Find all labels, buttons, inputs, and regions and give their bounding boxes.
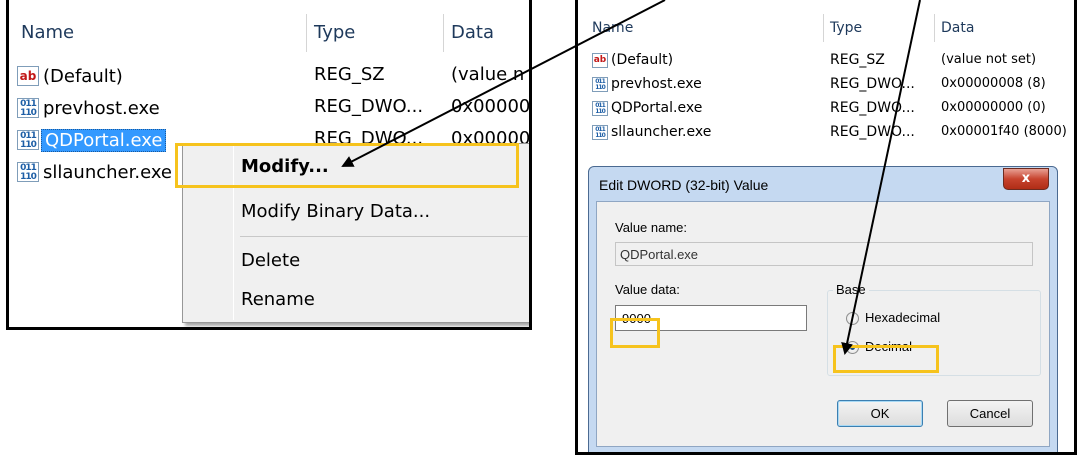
table-row[interactable]: ab (Default): [17, 62, 123, 90]
value-name-field[interactable]: QDPortal.exe: [615, 242, 1033, 266]
value-name: prevhost.exe: [43, 97, 160, 119]
modify-highlight: [175, 143, 519, 188]
hexadecimal-radio[interactable]: [846, 312, 859, 325]
string-value-icon: ab: [592, 52, 608, 68]
table-row[interactable]: 011 110 prevhost.exe: [592, 74, 702, 94]
value-name: QDPortal.exe: [41, 128, 167, 152]
binary-value-icon: 011 110: [17, 130, 39, 150]
table-row[interactable]: 011 110 QDPortal.exe: [592, 98, 702, 118]
value-type: REG_DWO...: [830, 124, 915, 140]
value-name: prevhost.exe: [611, 76, 702, 92]
binary-value-icon: 011 110: [592, 124, 608, 140]
table-row[interactable]: 011 110 sllauncher.exe: [17, 158, 172, 186]
value-type: REG_SZ: [314, 64, 385, 85]
dialog-title: Edit DWORD (32-bit) Value: [599, 177, 769, 193]
table-row[interactable]: 011 110 sllauncher.exe: [592, 122, 711, 142]
value-type: REG_SZ: [830, 52, 885, 68]
value-name: QDPortal.exe: [611, 100, 703, 116]
table-row[interactable]: ab (Default): [592, 50, 673, 70]
cancel-button[interactable]: Cancel: [947, 400, 1033, 427]
dialog-body: Value name: QDPortal.exe Value data: 900…: [596, 201, 1050, 447]
value-data: 0x00000000 (0): [941, 100, 1046, 115]
menu-item-modify-binary-data[interactable]: Modify Binary Data...: [184, 192, 529, 230]
binary-value-icon: 011 110: [592, 76, 608, 92]
value-data: (value n: [451, 64, 525, 85]
table-row[interactable]: 011 110 prevhost.exe: [17, 94, 160, 122]
column-header-type[interactable]: Type: [830, 20, 862, 36]
value-data: 0x000000: [451, 96, 531, 117]
binary-value-icon: 011 110: [17, 162, 39, 182]
column-header-name[interactable]: Name: [592, 20, 633, 36]
value-data: (value not set): [941, 52, 1037, 67]
value-name-label: Value name:: [615, 220, 688, 235]
edit-dword-dialog: Edit DWORD (32-bit) Value x Value name: …: [588, 166, 1058, 452]
column-header-type[interactable]: Type: [314, 22, 355, 43]
value-name: sllauncher.exe: [611, 124, 712, 140]
value-name: (Default): [43, 65, 123, 87]
value-name: sllauncher.exe: [43, 161, 173, 183]
column-header-data[interactable]: Data: [941, 20, 974, 36]
hexadecimal-label[interactable]: Hexadecimal: [865, 310, 940, 325]
string-value-icon: ab: [17, 66, 39, 86]
value-data-label: Value data:: [615, 282, 680, 297]
value-data: 0x00001f40 (8000): [941, 124, 1067, 139]
menu-item-delete[interactable]: Delete: [184, 241, 529, 279]
binary-value-icon: 011 110: [592, 100, 608, 116]
value-name: (Default): [611, 52, 674, 68]
column-divider[interactable]: [823, 14, 824, 42]
decimal-highlight: [833, 345, 939, 373]
table-row-selected[interactable]: 011 110 QDPortal.exe: [17, 126, 167, 154]
value-data: 0x00000008 (8): [941, 76, 1046, 91]
column-divider[interactable]: [934, 14, 935, 42]
menu-item-rename[interactable]: Rename: [184, 280, 529, 318]
value-type: REG_DWO...: [314, 96, 424, 117]
close-icon[interactable]: x: [1003, 168, 1049, 190]
column-divider[interactable]: [306, 14, 307, 52]
binary-value-icon: 011 110: [17, 98, 39, 118]
column-divider[interactable]: [443, 14, 444, 52]
value-type: REG_DWO...: [830, 100, 915, 116]
value-type: REG_DWO...: [830, 76, 915, 92]
ok-button[interactable]: OK: [837, 400, 923, 427]
column-header-data[interactable]: Data: [451, 22, 494, 43]
value-data-highlight: [610, 318, 660, 348]
menu-separator: [240, 236, 528, 237]
registry-values-panel-right: Name Type Data ab (Default) REG_SZ (valu…: [575, 0, 1077, 455]
base-label: Base: [833, 282, 869, 297]
column-header-name[interactable]: Name: [21, 22, 74, 43]
